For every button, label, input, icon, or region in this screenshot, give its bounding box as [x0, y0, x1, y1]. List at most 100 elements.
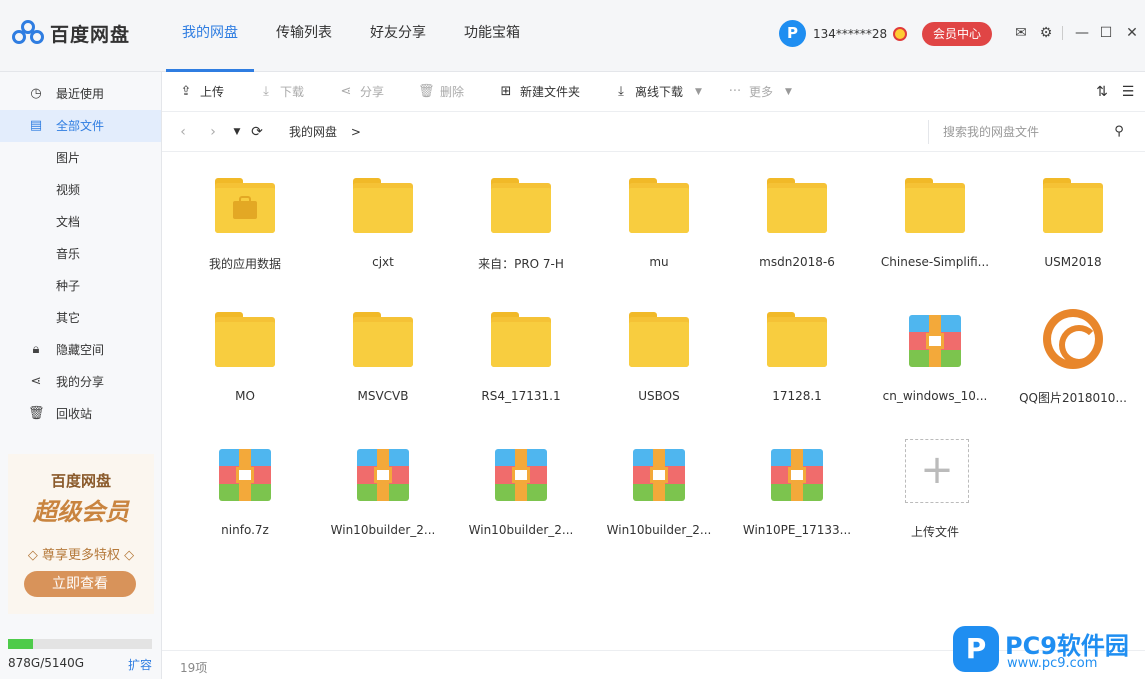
- sidebar-item-recycle-bin[interactable]: 🗑︎ 回收站: [0, 398, 161, 430]
- refresh-icon[interactable]: ⟳: [250, 124, 264, 140]
- minimize-icon[interactable]: —: [1073, 24, 1091, 42]
- file-tile[interactable]: QQ图片2018010...: [1013, 287, 1133, 407]
- sidebar-item-all-files[interactable]: ▤ 全部文件: [0, 110, 161, 142]
- file-tile[interactable]: Win10PE_17133...: [737, 421, 857, 541]
- file-tile[interactable]: Win10builder_2...: [323, 421, 443, 541]
- new-folder-icon: ⊞: [500, 84, 512, 99]
- app-name: 百度网盘: [50, 23, 131, 46]
- file-tile[interactable]: msdn2018-6: [737, 153, 857, 273]
- user-name[interactable]: 134******28: [813, 27, 887, 41]
- user-info[interactable]: P 134******28: [779, 20, 908, 47]
- delete-button[interactable]: 🗑︎ 删除: [418, 72, 464, 112]
- chevron-down-icon[interactable]: ▼: [785, 72, 792, 112]
- file-tile[interactable]: RS4_17131.1: [461, 287, 581, 407]
- tab-my-netdisk[interactable]: 我的网盘: [166, 0, 254, 72]
- breadcrumb-my-netdisk[interactable]: 我的网盘: [289, 125, 337, 139]
- promo-view-button[interactable]: 立即查看: [24, 571, 136, 597]
- site-watermark: P PC9软件园 www.pc9.com: [953, 626, 1145, 679]
- back-icon[interactable]: ‹: [176, 124, 190, 140]
- history-dropdown-icon[interactable]: ▼: [230, 124, 244, 140]
- file-name: 上传文件: [910, 525, 959, 539]
- offline-download-button[interactable]: ⤓ 离线下载 ▼: [613, 72, 702, 112]
- file-name: 17128.1: [772, 389, 822, 403]
- cloud-logo-icon: [12, 18, 46, 48]
- upload-icon: ⇪: [180, 84, 192, 99]
- sidebar-item-music[interactable]: 音乐: [0, 238, 161, 270]
- sidebar-item-label: 隐藏空间: [56, 343, 105, 357]
- file-tile[interactable]: cn_windows_10...: [875, 287, 995, 407]
- folder-icon: [767, 175, 827, 235]
- document-icon: ▤: [29, 118, 43, 133]
- avatar[interactable]: P: [779, 20, 806, 47]
- vip-center-button[interactable]: 会员中心: [922, 22, 992, 46]
- plus-icon[interactable]: +: [905, 439, 969, 503]
- file-tile[interactable]: Win10builder_2...: [599, 421, 719, 541]
- share-button[interactable]: ⋖ 分享: [338, 72, 384, 112]
- folder-icon: [215, 175, 275, 235]
- sidebar-item-torrents[interactable]: 种子: [0, 270, 161, 302]
- expand-storage-link[interactable]: 扩容: [128, 656, 152, 673]
- forward-icon[interactable]: ›: [206, 124, 220, 140]
- storage-quota-fill: [8, 639, 33, 649]
- file-tile[interactable]: mu: [599, 153, 719, 273]
- sidebar-item-hidden-space[interactable]: 🔒︎ 隐藏空间: [0, 334, 161, 366]
- baidu-netdisk-window: 百度网盘 我的网盘 传输列表 好友分享 功能宝箱 P 134******28 会…: [0, 0, 1145, 679]
- storage-quota-text: 878G/5140G: [8, 656, 85, 670]
- file-tile[interactable]: USBOS: [599, 287, 719, 407]
- more-label: 更多: [749, 85, 774, 99]
- sidebar-item-recent[interactable]: ◷ 最近使用: [0, 78, 161, 110]
- watermark-url: www.pc9.com: [1007, 656, 1098, 671]
- close-icon[interactable]: ✕: [1123, 24, 1141, 42]
- archive-icon: [629, 443, 689, 503]
- maximize-icon[interactable]: ☐: [1097, 24, 1115, 42]
- app-logo[interactable]: 百度网盘: [12, 18, 130, 48]
- chevron-down-icon[interactable]: ▼: [695, 72, 702, 112]
- sort-icon[interactable]: ⇅: [1094, 84, 1110, 100]
- toolbar: ⇪ 上传 ⤓ 下载 ⋖ 分享 🗑︎ 删除 ⊞ 新建文件夹 ⤓ 离线下载 ▼ ··· 更多 ▼ …: [162, 72, 1145, 112]
- sidebar-item-other[interactable]: 其它: [0, 302, 161, 334]
- folder-icon: [491, 175, 551, 235]
- tab-transfer-list[interactable]: 传输列表: [260, 0, 348, 72]
- trash-icon: 🗑︎: [418, 84, 435, 99]
- sidebar-item-docs[interactable]: 文档: [0, 206, 161, 238]
- folder-icon: [905, 175, 965, 235]
- upload-file-tile[interactable]: + 上传文件: [875, 421, 995, 541]
- upload-button[interactable]: ⇪ 上传: [178, 72, 224, 112]
- settings-icon[interactable]: ⚙: [1037, 24, 1055, 42]
- tab-toolbox[interactable]: 功能宝箱: [448, 0, 536, 72]
- sidebar-item-videos[interactable]: 视频: [0, 174, 161, 206]
- folder-icon: [1043, 175, 1103, 235]
- more-button[interactable]: ··· 更多 ▼: [727, 72, 792, 112]
- file-tile[interactable]: USM2018: [1013, 153, 1133, 273]
- file-tile[interactable]: 来自：PRO 7-H: [461, 153, 581, 273]
- download-label: 下载: [280, 85, 305, 99]
- list-view-icon[interactable]: ☰: [1120, 84, 1136, 100]
- file-tile[interactable]: MO: [185, 287, 305, 407]
- search-icon[interactable]: ⚲: [1111, 124, 1127, 140]
- file-tile[interactable]: cjxt: [323, 153, 443, 273]
- file-tile[interactable]: MSVCVB: [323, 287, 443, 407]
- file-tile[interactable]: Win10builder_2...: [461, 421, 581, 541]
- share-label: 分享: [360, 85, 385, 99]
- super-vip-promo[interactable]: 百度网盘 超级会员 ◇ 尊享更多特权 ◇ 立即查看: [8, 454, 154, 614]
- sidebar-item-images[interactable]: 图片: [0, 142, 161, 174]
- new-folder-button[interactable]: ⊞ 新建文件夹: [498, 72, 580, 112]
- file-grid: 我的应用数据 cjxt 来自：PRO 7-H mu msdn2018-6 Chinese-…: [162, 153, 1145, 645]
- file-tile[interactable]: ninfo.7z: [185, 421, 305, 541]
- file-tile[interactable]: Chinese-Simplifi...: [875, 153, 995, 273]
- sidebar: ◷ 最近使用 ▤ 全部文件 图片 视频 文档 音乐 种子 其它 🔒︎ 隐藏空间 …: [0, 72, 162, 679]
- download-icon: ⤓: [618, 84, 624, 99]
- watermark-logo: P: [953, 626, 999, 672]
- trash-icon: 🗑︎: [28, 406, 45, 421]
- tab-friend-share[interactable]: 好友分享: [354, 0, 442, 72]
- sidebar-item-my-share[interactable]: ⋖ 我的分享: [0, 366, 161, 398]
- file-tile[interactable]: 我的应用数据: [185, 153, 305, 273]
- search-input[interactable]: [943, 123, 1103, 141]
- mail-icon[interactable]: ✉: [1012, 24, 1030, 42]
- upload-label: 上传: [200, 85, 225, 99]
- file-name: cjxt: [372, 255, 394, 269]
- download-button[interactable]: ⤓ 下载: [258, 72, 304, 112]
- file-name: Chinese-Simplifi...: [880, 255, 990, 269]
- file-tile[interactable]: 17128.1: [737, 287, 857, 407]
- file-name: 来自：PRO 7-H: [478, 257, 564, 271]
